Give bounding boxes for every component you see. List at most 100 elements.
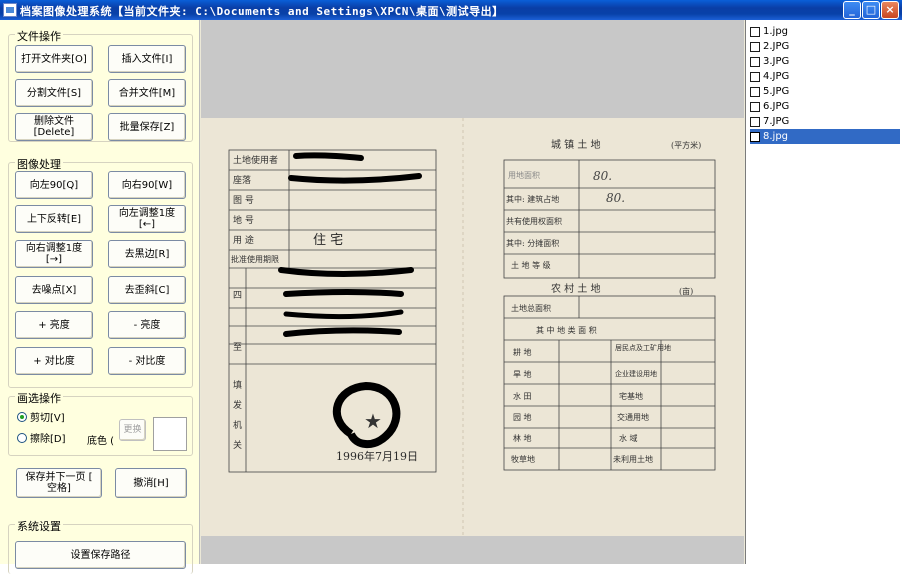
rotate-left-button[interactable]: 向左90[Q] (15, 171, 93, 199)
document-image[interactable]: 土地使用者 座落 图 号 地 号 用 途 住 宅 批准使用期限 四 至 填 发 … (201, 118, 744, 536)
system-settings-group: 系统设置 设置保存路径 (8, 518, 193, 574)
land-certificate-scan: 土地使用者 座落 图 号 地 号 用 途 住 宅 批准使用期限 四 至 填 发 … (228, 118, 716, 536)
location-label: 座落 (233, 174, 251, 186)
land-area-label: 用地面积 (508, 170, 540, 180)
set-save-path-button[interactable]: 设置保存路径 (15, 541, 186, 569)
adjust-left-label: 向左调整1度 (118, 208, 176, 219)
erase-radio-label: 擦除[D] (30, 434, 66, 445)
system-settings-legend: 系统设置 (15, 518, 63, 534)
remove-black-edge-button[interactable]: 去黑边[R] (108, 240, 186, 268)
issuing-label-3: 机 (233, 419, 242, 431)
batch-save-button[interactable]: 批量保存[Z] (108, 113, 186, 141)
file-checkbox[interactable] (750, 26, 760, 37)
erase-radio[interactable]: 擦除[D] (17, 430, 66, 445)
maximize-button[interactable]: □ (862, 1, 880, 19)
rural-land-header: 农 村 土 地 (551, 282, 601, 295)
stamp-star-icon: ★ (364, 409, 382, 433)
file-item[interactable]: 4.JPG (750, 69, 900, 84)
file-checkbox[interactable] (750, 41, 760, 52)
split-file-button[interactable]: 分割文件[S] (15, 79, 93, 107)
lot-no-label: 地 号 (233, 214, 254, 226)
to-label: 至 (233, 342, 242, 353)
adjust-right-button[interactable]: 向右调整1度 [→] (15, 240, 93, 268)
delete-file-button[interactable]: 删除文件 [Delete] (15, 113, 93, 141)
file-checkbox[interactable] (750, 131, 760, 142)
file-item[interactable]: 3.JPG (750, 54, 900, 69)
water-label: 水 域 (619, 433, 638, 443)
bg-color-label: 底色 ( (87, 436, 115, 447)
file-checkbox[interactable] (750, 71, 760, 82)
cultivated-label: 耕 地 (513, 347, 532, 357)
garden-label: 园 地 (513, 412, 532, 422)
cut-radio-dot[interactable] (17, 411, 27, 422)
total-area-label: 土地总面积 (511, 303, 551, 313)
cut-radio-label: 剪切[V] (30, 413, 65, 424)
save-next-page-button[interactable]: 保存并下一页 [ 空格] (16, 468, 102, 498)
file-item[interactable]: 2.JPG (750, 39, 900, 54)
deskew-button[interactable]: 去歪斜[C] (108, 276, 186, 304)
adjust-right-label: 向右调整1度 (25, 243, 83, 254)
erase-radio-dot[interactable] (17, 432, 27, 443)
unit-mu: (亩) (679, 286, 693, 296)
file-checkbox[interactable] (750, 56, 760, 67)
file-name: 2.JPG (763, 41, 790, 52)
delete-file-label: 删除文件 (34, 116, 74, 127)
file-item[interactable]: 5.JPG (750, 84, 900, 99)
file-item[interactable]: 7.JPG (750, 114, 900, 129)
unit-sqm: (平方米) (671, 140, 701, 150)
pasture-label: 牧草地 (511, 454, 535, 464)
redaction-marks (278, 152, 422, 337)
file-name: 7.JPG (763, 116, 790, 127)
issuing-label-2: 发 (233, 399, 242, 411)
left-table (228, 149, 437, 473)
selection-ops-legend: 画选操作 (15, 390, 63, 406)
open-folder-button[interactable]: 打开文件夹[O] (15, 45, 93, 73)
cut-radio[interactable]: 剪切[V] (17, 409, 65, 424)
close-button[interactable]: × (881, 1, 899, 19)
file-checkbox[interactable] (750, 86, 760, 97)
save-next-shortcut: 空格] (47, 483, 71, 494)
file-list[interactable]: 1.jpg 2.JPG 3.JPG 4.JPG 5.JPG 6.JPG 7.JP… (745, 20, 902, 564)
brightness-up-button[interactable]: + 亮度 (15, 311, 93, 339)
delete-file-shortcut: [Delete] (33, 127, 75, 138)
boundary-label: 四 (233, 291, 242, 301)
adjust-right-shortcut: [→] (45, 254, 63, 265)
minimize-button[interactable]: _ (843, 1, 861, 19)
file-ops-group: 文件操作 打开文件夹[O] 插入文件[I] 分割文件[S] 合并文件[M] 删除… (8, 28, 193, 142)
file-name: 1.jpg (763, 26, 789, 37)
file-checkbox[interactable] (750, 101, 760, 112)
denoise-button[interactable]: 去噪点[X] (15, 276, 93, 304)
rotate-right-button[interactable]: 向右90[W] (108, 171, 186, 199)
file-item[interactable]: 1.jpg (750, 24, 900, 39)
adjust-left-button[interactable]: 向左调整1度 [←] (108, 205, 186, 233)
usage-label: 用 途 (233, 234, 254, 246)
contrast-up-button[interactable]: + 对比度 (15, 347, 93, 375)
insert-file-button[interactable]: 插入文件[I] (108, 45, 186, 73)
file-item-selected[interactable]: 8.jpg (750, 129, 900, 144)
file-item[interactable]: 6.JPG (750, 99, 900, 114)
issue-date-handwritten: 1996年7月19日 (336, 449, 418, 463)
undo-button[interactable]: 撤消[H] (115, 468, 187, 498)
usage-value: 住 宅 (313, 233, 343, 248)
merge-file-button[interactable]: 合并文件[M] (108, 79, 186, 107)
transport-label: 交通用地 (617, 412, 649, 422)
dry-land-label: 旱 地 (513, 369, 532, 379)
change-color-button[interactable]: 更换 (119, 419, 146, 441)
bg-color-swatch[interactable] (153, 417, 187, 451)
brightness-down-button[interactable]: - 亮度 (108, 311, 186, 339)
image-viewer[interactable]: 土地使用者 座落 图 号 地 号 用 途 住 宅 批准使用期限 四 至 填 发 … (201, 20, 744, 564)
title-bar[interactable]: 档案图像处理系统【当前文件夹: C:\Documents and Setting… (0, 0, 902, 20)
adjust-left-shortcut: [←] (138, 219, 156, 230)
contrast-down-button[interactable]: - 对比度 (108, 347, 186, 375)
image-ops-group: 图像处理 向左90[Q] 向右90[W] 上下反转[E] 向左调整1度 [←] … (8, 156, 193, 388)
residential-label: 居民点及工矿用地 (615, 343, 671, 352)
unused-label: 未利用土地 (613, 454, 653, 464)
control-panel: 文件操作 打开文件夹[O] 插入文件[I] 分割文件[S] 合并文件[M] 删除… (0, 20, 200, 574)
file-ops-legend: 文件操作 (15, 28, 63, 44)
file-name: 8.jpg (763, 131, 789, 142)
file-checkbox[interactable] (750, 116, 760, 127)
flip-vertical-button[interactable]: 上下反转[E] (15, 205, 93, 233)
forest-label: 林 地 (513, 433, 532, 443)
land-user-label: 土地使用者 (233, 154, 278, 166)
image-ops-legend: 图像处理 (15, 156, 63, 172)
